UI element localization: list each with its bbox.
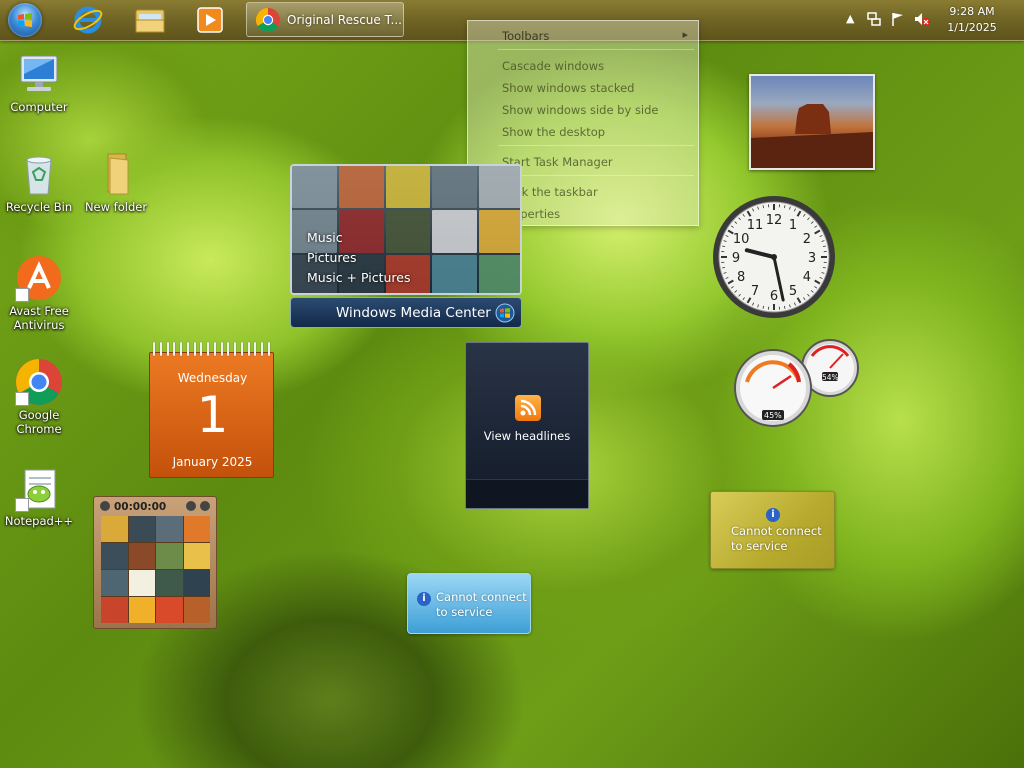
action-center-flag-icon[interactable] <box>890 11 906 27</box>
show-hidden-icons-button[interactable]: ▲ <box>846 12 854 25</box>
clock-numeral: 11 <box>747 218 764 233</box>
menu-item-show-the-desktop[interactable]: Show the desktop <box>502 125 605 139</box>
desktop-icon-recycle-bin[interactable]: Recycle Bin <box>1 150 77 214</box>
calendar-gadget[interactable]: Wednesday 1 January 2025 <box>149 342 274 478</box>
calendar-day-number: 1 <box>196 386 229 444</box>
clock-numeral: 3 <box>808 251 816 266</box>
puzzle-tiles[interactable] <box>101 516 210 623</box>
info-icon: i <box>766 508 780 522</box>
clock-numeral: 8 <box>737 270 745 285</box>
media-center-menu-music-pictures[interactable]: Music + Pictures <box>307 268 411 288</box>
desktop-icon-new-folder[interactable]: New folder <box>78 150 154 214</box>
network-icon[interactable] <box>866 11 882 27</box>
recycle-bin-icon <box>26 156 52 195</box>
cpu-usage-value: 45% <box>764 411 782 420</box>
menu-item-toolbars[interactable]: Toolbars <box>502 29 549 43</box>
windows-logo-icon <box>18 13 32 27</box>
desktop-icon-notepad-plus-plus[interactable]: Notepad++ <box>1 464 77 528</box>
puzzle-timer: 00:00:00 <box>114 501 167 513</box>
menu-separator <box>498 145 694 146</box>
volume-muted-icon[interactable] <box>913 11 931 27</box>
clock-numeral: 4 <box>803 270 811 285</box>
chrome-icon <box>255 7 280 32</box>
clock-numeral: 2 <box>803 232 811 247</box>
shortcut-arrow-icon <box>15 288 29 302</box>
picture-puzzle-gadget[interactable]: 00:00:00 <box>93 496 217 629</box>
weather-error-message: Cannot connect to service <box>436 590 527 619</box>
puzzle-help-icon[interactable] <box>186 501 196 511</box>
clock-numeral: 7 <box>751 284 759 299</box>
weather-gadget[interactable]: i Cannot connect to service <box>407 573 531 634</box>
slideshow-gadget[interactable] <box>749 74 875 170</box>
menu-separator <box>498 49 694 50</box>
info-icon: i <box>417 592 431 606</box>
clock-numeral: 5 <box>789 284 797 299</box>
shortcut-arrow-icon <box>15 498 29 512</box>
internet-explorer-taskbar-button[interactable] <box>68 4 108 36</box>
windows-explorer-taskbar-button[interactable] <box>130 4 170 36</box>
media-center-tiles: Music Pictures Music + Pictures <box>290 164 522 295</box>
clock-time: 9:28 AM <box>949 5 995 18</box>
folder-icon <box>107 153 129 195</box>
menu-item-show-windows-side-by-side[interactable]: Show windows side by side <box>502 103 659 117</box>
folder-icon <box>135 9 165 33</box>
internet-explorer-icon <box>73 6 103 34</box>
start-button[interactable] <box>8 3 42 37</box>
system-clock[interactable]: 9:28 AM 1/1/2025 <box>942 4 1002 36</box>
feed-headlines-gadget[interactable]: View headlines <box>465 342 589 509</box>
clock-gadget[interactable]: 12 12 3 45678 9 1011 <box>711 194 837 320</box>
menu-separator <box>498 175 694 176</box>
media-center-menu-music[interactable]: Music <box>307 228 411 248</box>
slideshow-photo <box>751 104 873 168</box>
calendar-page: Wednesday 1 January 2025 <box>149 352 274 478</box>
menu-item-show-windows-stacked[interactable]: Show windows stacked <box>502 81 634 95</box>
clock-numeral: 6 <box>770 289 778 304</box>
calendar-month-year: January 2025 <box>172 455 253 469</box>
rss-icon <box>515 395 541 421</box>
clock-date: 1/1/2025 <box>947 21 997 34</box>
media-player-icon <box>197 7 223 33</box>
media-player-taskbar-button[interactable] <box>190 4 230 36</box>
puzzle-change-picture-icon[interactable] <box>200 501 210 511</box>
view-headlines-link[interactable]: View headlines <box>466 429 588 443</box>
currency-gadget[interactable]: i Cannot connect to service <box>710 491 835 569</box>
shortcut-arrow-icon <box>15 392 29 406</box>
memory-usage-value: 54% <box>822 373 839 382</box>
clock-numeral: 9 <box>732 251 740 266</box>
media-center-menu-pictures[interactable]: Pictures <box>307 248 411 268</box>
task-label: Original Rescue T... <box>287 12 402 27</box>
media-center-gadget[interactable]: Music Pictures Music + Pictures Windows … <box>290 164 522 328</box>
menu-item-cascade-windows[interactable]: Cascade windows <box>502 59 604 73</box>
media-center-menu: Music Pictures Music + Pictures <box>307 228 411 288</box>
windows-logo-icon <box>495 303 515 323</box>
calendar-spiral-binding <box>153 342 270 356</box>
desktop-icon-google-chrome[interactable]: Google Chrome <box>1 358 77 436</box>
media-center-brand-bar[interactable]: Windows Media Center <box>290 297 522 328</box>
feed-footer <box>466 479 588 508</box>
desktop-icon-avast[interactable]: Avast Free Antivirus <box>1 254 77 332</box>
puzzle-time-icon[interactable] <box>100 501 110 511</box>
clock-numeral: 1 <box>789 218 797 233</box>
media-center-brand: Windows Media Center <box>336 305 491 321</box>
clock-numeral: 10 <box>733 232 750 247</box>
cpu-meter-gadget[interactable]: 45% 54% <box>733 338 859 432</box>
chrome-task-button[interactable]: Original Rescue T... <box>246 2 404 37</box>
desktop-icon-computer[interactable]: Computer <box>1 50 77 114</box>
currency-error-message: Cannot connect to service <box>731 524 822 553</box>
computer-icon <box>20 55 58 91</box>
submenu-arrow-icon: ▸ <box>682 28 688 41</box>
clock-numeral: 12 <box>766 213 783 228</box>
